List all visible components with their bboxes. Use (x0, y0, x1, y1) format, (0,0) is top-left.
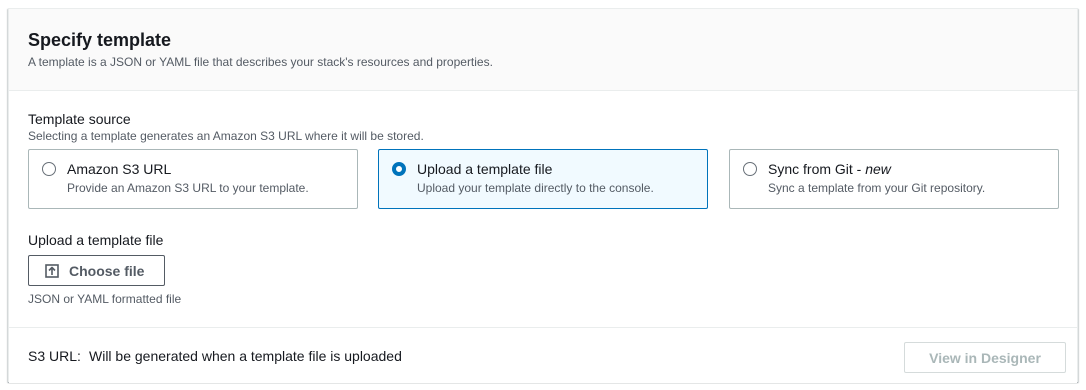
tile-label: Upload a template file (417, 161, 553, 177)
s3-url-label: S3 URL: (28, 348, 81, 364)
panel-description: A template is a JSON or YAML file that d… (28, 55, 493, 69)
upload-icon (45, 264, 59, 278)
new-tag: new (865, 161, 891, 177)
upload-hint: JSON or YAML formatted file (28, 292, 182, 306)
radio-upload-template-file[interactable] (392, 162, 406, 176)
radio-sync-from-git[interactable] (743, 162, 757, 176)
tile-label: Sync from Git - new (768, 161, 891, 177)
panel-header: Specify template A template is a JSON or… (9, 9, 1077, 91)
tile-upload-template-file[interactable]: Upload a template file Upload your templ… (378, 149, 708, 209)
specify-template-panel: Specify template A template is a JSON or… (8, 8, 1078, 383)
s3-url-value: Will be generated when a template file i… (89, 348, 402, 364)
radio-amazon-s3-url[interactable] (42, 162, 56, 176)
tile-description: Sync a template from your Git repository… (768, 181, 986, 195)
choose-file-button[interactable]: Choose file (28, 255, 165, 286)
tile-description: Upload your template directly to the con… (417, 181, 654, 195)
panel-footer: S3 URL: Will be generated when a templat… (9, 327, 1077, 383)
tile-sync-from-git[interactable]: Sync from Git - new Sync a template from… (729, 149, 1059, 209)
template-source-description: Selecting a template generates an Amazon… (28, 129, 424, 143)
view-in-designer-button[interactable]: View in Designer (904, 342, 1066, 373)
upload-template-label: Upload a template file (28, 232, 164, 248)
tile-amazon-s3-url[interactable]: Amazon S3 URL Provide an Amazon S3 URL t… (28, 149, 358, 209)
template-source-label: Template source (28, 111, 131, 127)
tile-description: Provide an Amazon S3 URL to your templat… (67, 181, 309, 195)
panel-title: Specify template (28, 30, 172, 50)
tile-label: Amazon S3 URL (67, 161, 172, 177)
choose-file-label: Choose file (69, 263, 145, 279)
